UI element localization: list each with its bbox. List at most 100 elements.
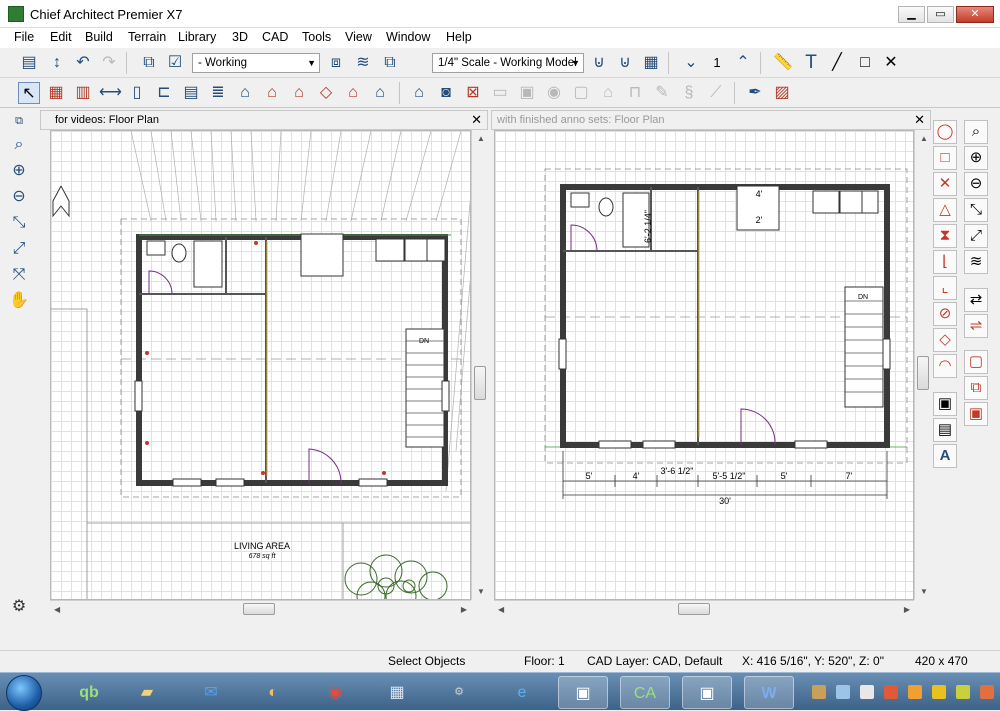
railing-tool-icon[interactable]: ▥ bbox=[72, 82, 94, 104]
redo-icon[interactable]: ↷ bbox=[98, 52, 120, 74]
outlook-icon[interactable]: ✉ bbox=[186, 676, 236, 709]
align-icon[interactable]: ⇌ bbox=[964, 314, 988, 338]
light-icon[interactable]: ⊓ bbox=[624, 82, 646, 104]
fit-all-icon[interactable]: ⤢ bbox=[964, 224, 988, 248]
delete-object-icon[interactable]: ✕ bbox=[933, 172, 957, 196]
minimize-button[interactable]: ▁ bbox=[898, 6, 925, 23]
layers-icon[interactable]: ≋ bbox=[964, 250, 988, 274]
roof-tool-icon[interactable]: ⌂ bbox=[288, 82, 310, 104]
scroll-left-icon[interactable]: ◀ bbox=[498, 605, 504, 614]
layer-set-icon[interactable]: ⧉ bbox=[138, 52, 160, 74]
hourglass-icon[interactable]: ⧗ bbox=[933, 224, 957, 248]
terrain-tool-icon[interactable]: ⌂ bbox=[369, 82, 391, 104]
zoom-in-icon[interactable]: ⊕ bbox=[8, 160, 30, 182]
house-red-icon[interactable]: ⌂ bbox=[261, 82, 283, 104]
scroll-up-icon[interactable]: ▲ bbox=[477, 134, 485, 143]
text-style-icon[interactable]: A bbox=[933, 444, 957, 468]
floor-up-icon[interactable]: ⌃ bbox=[732, 52, 754, 74]
chief-architect-icon[interactable]: CA bbox=[620, 676, 670, 709]
chrome-icon[interactable]: ◉ bbox=[310, 676, 360, 709]
print-icon[interactable]: ▭ bbox=[489, 82, 511, 104]
paint-icon[interactable]: ✒ bbox=[744, 82, 766, 104]
zoom-in-icon[interactable]: ⊕ bbox=[964, 146, 988, 170]
fill-window-icon[interactable]: ⤡ bbox=[964, 198, 988, 222]
door-tool-icon[interactable]: ▯ bbox=[126, 82, 148, 104]
cabinet-tool-icon[interactable]: ▤ bbox=[180, 82, 202, 104]
tray-warning-icon[interactable] bbox=[932, 685, 946, 699]
mark-icon[interactable]: ▢ bbox=[964, 350, 988, 374]
media-player-icon[interactable]: ◐ bbox=[248, 676, 298, 709]
right-view-tab[interactable]: with finished anno sets: Floor Plan ✕ bbox=[491, 110, 931, 130]
group-icon[interactable]: ⧉ bbox=[964, 376, 988, 400]
scroll-down-icon[interactable]: ▼ bbox=[477, 587, 485, 596]
tray-vlc-icon[interactable] bbox=[908, 685, 922, 699]
layer-toggle-icon[interactable]: ⧉ bbox=[379, 52, 401, 74]
scale-select[interactable]: 1/4" Scale - Working Model ▼ bbox=[432, 53, 584, 73]
right-vertical-scrollbar[interactable]: ▲ ▼ bbox=[914, 130, 931, 600]
slab-tool-icon[interactable]: ◇ bbox=[315, 82, 337, 104]
delete-camera-icon[interactable]: ⊠ bbox=[462, 82, 484, 104]
plan-icon[interactable]: ▤ bbox=[18, 52, 40, 74]
scroll-left-icon[interactable]: ◀ bbox=[54, 605, 60, 614]
scrollbar-thumb[interactable] bbox=[474, 366, 486, 400]
screen-recorder-2-icon[interactable]: ▣ bbox=[682, 676, 732, 709]
framing-tool-icon[interactable]: ⌂ bbox=[342, 82, 364, 104]
menu-terrain[interactable]: Terrain bbox=[128, 30, 166, 44]
diamond-icon[interactable]: ◇ bbox=[933, 328, 957, 352]
camera-house-icon[interactable]: ⌂ bbox=[408, 82, 430, 104]
scrollbar-thumb[interactable] bbox=[243, 603, 275, 615]
zoom-out-icon[interactable]: ⊖ bbox=[8, 186, 30, 208]
magnet-icon[interactable]: ⊍ bbox=[588, 52, 610, 74]
no-icon[interactable]: ⊘ bbox=[933, 302, 957, 326]
break-icon[interactable]: ⌞ bbox=[933, 276, 957, 300]
camera-icon[interactable]: ◙ bbox=[435, 82, 457, 104]
menu-edit[interactable]: Edit bbox=[50, 30, 72, 44]
screen-recorder-icon[interactable]: ▣ bbox=[558, 676, 608, 709]
triangle-icon[interactable]: △ bbox=[933, 198, 957, 222]
text-tool-icon[interactable]: T bbox=[800, 52, 822, 74]
close-icon[interactable]: ✕ bbox=[914, 112, 925, 128]
rectangle-tool-icon[interactable]: □ bbox=[854, 52, 876, 74]
stair-tool-icon[interactable]: ≣ bbox=[207, 82, 229, 104]
window-tool-icon[interactable]: ⊏ bbox=[153, 82, 175, 104]
ruler-icon[interactable]: 📏 bbox=[772, 52, 794, 74]
pan-hand-icon[interactable]: ✋ bbox=[8, 290, 30, 312]
menu-library[interactable]: Library bbox=[178, 30, 216, 44]
render-icon[interactable]: ▢ bbox=[570, 82, 592, 104]
undo-icon[interactable]: ↶ bbox=[72, 52, 94, 74]
folder-icon[interactable]: ▰ bbox=[122, 676, 172, 709]
maximize-button[interactable]: ▭ bbox=[927, 6, 954, 23]
menu-3d[interactable]: 3D bbox=[232, 30, 248, 44]
layout-icon[interactable]: ▣ bbox=[516, 82, 538, 104]
menu-view[interactable]: View bbox=[345, 30, 372, 44]
scrollbar-thumb[interactable] bbox=[917, 356, 929, 390]
dimension-tool-icon[interactable]: ⟷ bbox=[99, 82, 122, 104]
right-horizontal-scrollbar[interactable]: ◀ ▶ bbox=[494, 600, 914, 617]
material-icon[interactable]: ▨ bbox=[771, 82, 793, 104]
menu-file[interactable]: File bbox=[14, 30, 34, 44]
fill-style-icon[interactable]: ▣ bbox=[933, 392, 957, 416]
left-vertical-scrollbar[interactable]: ▲ ▼ bbox=[471, 130, 488, 600]
quickbooks-icon[interactable]: qb bbox=[64, 676, 114, 709]
arc-icon[interactable]: ◠ bbox=[933, 354, 957, 378]
corner-icon[interactable]: ⌊ bbox=[933, 250, 957, 274]
fill-window-icon[interactable]: ⤡ bbox=[8, 212, 30, 234]
close-button[interactable]: ✕ bbox=[956, 6, 994, 23]
pen-icon[interactable]: ✎ bbox=[651, 82, 673, 104]
dimension-icon[interactable]: ↕ bbox=[46, 52, 68, 74]
word-icon[interactable]: W bbox=[744, 676, 794, 709]
snap-icon[interactable]: ⊍ bbox=[614, 52, 636, 74]
reverse-icon[interactable]: ▣ bbox=[964, 402, 988, 426]
select-circle-icon[interactable]: ◯ bbox=[933, 120, 957, 144]
menu-help[interactable]: Help bbox=[446, 30, 472, 44]
restore-view-icon[interactable]: ⧉ bbox=[8, 110, 30, 132]
grid-snap-icon[interactable]: ▦ bbox=[640, 52, 662, 74]
spiral-icon[interactable]: § bbox=[678, 82, 700, 104]
tray-office-icon[interactable] bbox=[884, 685, 898, 699]
menu-tools[interactable]: Tools bbox=[302, 30, 331, 44]
tray-app-icon[interactable] bbox=[812, 685, 826, 699]
select-objects-icon[interactable]: ↖ bbox=[18, 82, 40, 104]
floor-down-icon[interactable]: ⌄ bbox=[680, 52, 702, 74]
gear-icon[interactable]: ⚙ bbox=[8, 596, 30, 618]
scroll-up-icon[interactable]: ▲ bbox=[920, 134, 928, 143]
